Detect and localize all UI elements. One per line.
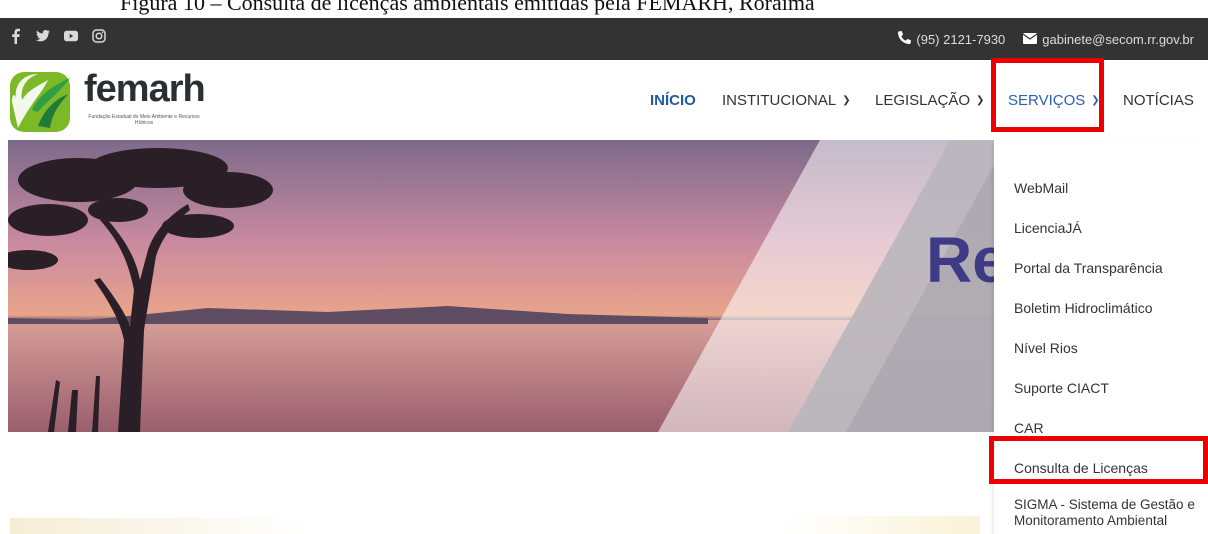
femarh-logo[interactable]: femarh Fundação Estadual do Meio Ambient…: [8, 66, 208, 136]
logo-emblem-icon: [10, 72, 70, 132]
phone-contact[interactable]: (95) 2121-7930: [898, 30, 1006, 47]
phone-icon: [898, 30, 912, 47]
contact-info: (95) 2121-7930 gabinete@secom.rr.gov.br: [898, 30, 1194, 47]
nav-inicio[interactable]: INÍCIO: [650, 92, 696, 109]
highlight-servicos: [991, 58, 1104, 132]
dropdown-item-boletim-hidroclimatico[interactable]: Boletim Hidroclimático: [1014, 300, 1152, 316]
nav-institucional[interactable]: INSTITUCIONAL ❯: [722, 92, 851, 109]
email-contact[interactable]: gabinete@secom.rr.gov.br: [1022, 31, 1194, 47]
dropdown-item-car[interactable]: CAR: [1014, 420, 1044, 436]
chevron-down-icon: ❯: [842, 95, 851, 106]
youtube-icon[interactable]: [64, 28, 78, 44]
facebook-icon[interactable]: [8, 28, 22, 44]
envelope-icon: [1022, 32, 1038, 47]
dropdown-item-webmail[interactable]: WebMail: [1014, 180, 1068, 196]
chevron-down-icon: ❯: [976, 95, 985, 106]
logo-subtitle: Fundação Estadual do Meio Ambiente e Rec…: [88, 114, 200, 126]
logo-wordmark: femarh: [84, 68, 206, 110]
sigma-line-1: SIGMA - Sistema de Gestão e: [1014, 497, 1195, 512]
blurred-content-right: [780, 516, 980, 534]
nav-noticias[interactable]: NOTÍCIAS: [1123, 92, 1194, 109]
phone-text: (95) 2121-7930: [916, 31, 1006, 47]
dropdown-item-sigma[interactable]: SIGMA - Sistema de Gestão e Monitorament…: [1014, 497, 1195, 529]
twitter-icon[interactable]: [36, 28, 50, 44]
top-bar: (95) 2121-7930 gabinete@secom.rr.gov.br: [0, 18, 1208, 60]
dropdown-item-suporte-ciact[interactable]: Suporte CIACT: [1014, 380, 1109, 396]
sigma-line-2: Monitoramento Ambiental: [1014, 513, 1168, 528]
nav-institucional-label: INSTITUCIONAL: [722, 92, 837, 109]
document-caption: Figura 10 – Consulta de licenças ambient…: [0, 0, 1208, 18]
dropdown-item-licenciaja[interactable]: LicenciaJÁ: [1014, 220, 1082, 236]
nav-legislacao-label: LEGISLAÇÃO: [875, 92, 971, 109]
caption-text: Figura 10 – Consulta de licenças ambient…: [120, 0, 815, 15]
dropdown-item-nivel-rios[interactable]: Nível Rios: [1014, 340, 1078, 356]
instagram-icon[interactable]: [92, 28, 106, 44]
social-links: [8, 28, 106, 44]
nav-legislacao[interactable]: LEGISLAÇÃO ❯: [875, 92, 984, 109]
blurred-content-left: [10, 518, 310, 534]
nav-inicio-label: INÍCIO: [650, 92, 696, 109]
highlight-consulta-licencas: [989, 436, 1208, 484]
dropdown-item-portal-transparencia[interactable]: Portal da Transparência: [1014, 260, 1163, 276]
nav-noticias-label: NOTÍCIAS: [1123, 92, 1194, 109]
email-text: gabinete@secom.rr.gov.br: [1042, 31, 1194, 47]
